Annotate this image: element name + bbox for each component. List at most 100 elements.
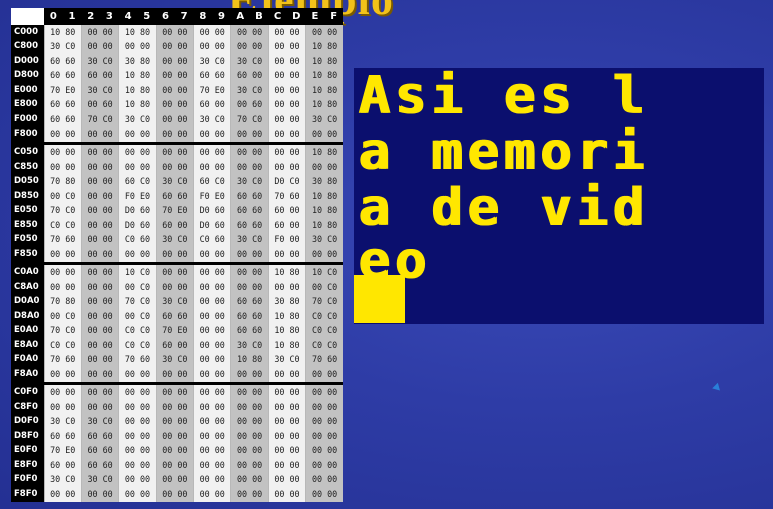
memory-cell: 10 80: [267, 323, 306, 338]
memory-cell: 00 00: [192, 126, 231, 145]
memory-cell: 00 00: [155, 159, 194, 175]
memory-cell: 00 00: [192, 399, 231, 415]
memory-cell: 00 00: [305, 246, 343, 265]
memory-cell: 00 00: [155, 263, 194, 280]
memory-cell: 60 00: [230, 68, 269, 84]
memory-cell: 10 C0: [118, 263, 157, 280]
memory-cell: 00 00: [192, 337, 231, 353]
row-address: E0A0: [11, 323, 44, 338]
memory-cell: 30 C0: [43, 472, 82, 488]
memory-cell: 00 00: [43, 366, 82, 385]
memory-cell: 00 00: [118, 428, 157, 444]
memory-cell: 10 80: [305, 97, 343, 113]
memory-cell: 00 00: [43, 143, 82, 160]
memory-cell: 00 00: [80, 263, 119, 280]
table-row: C800 30 C0 00 00 00 00 00 00 00 00 00 00 00 00 1…: [11, 39, 343, 55]
video-screen: Asi es l a memori a de vid eo: [354, 68, 764, 324]
memory-cell: 00 00: [118, 39, 157, 55]
memory-grid: 0 1 2 3 4 5 6 7 8 9 A B C D E F C000 10 80 00 00 10 80 00 00…: [11, 8, 343, 502]
memory-cell: 00 00: [230, 428, 269, 444]
memory-cell: 00 00: [118, 472, 157, 488]
memory-cell: 00 00: [305, 366, 343, 385]
memory-cell: 00 00: [43, 399, 82, 415]
table-row: E8F0 60 00 60 60 00 00 00 00 00 00 00 00 00 00 0…: [11, 458, 343, 473]
table-row: F050 70 60 00 00 C0 60 30 C0 C0 60 30 C0 F0 00 3…: [11, 232, 343, 247]
memory-cell: 10 80: [305, 217, 343, 233]
memory-cell: 30 C0: [155, 294, 194, 309]
memory-cell: 00 00: [267, 428, 306, 444]
text-cursor-block: [354, 275, 405, 323]
memory-cell: 00 00: [267, 83, 306, 98]
memory-cell: 00 00: [43, 263, 82, 280]
table-row: D850 00 C0 00 00 F0 E0 60 60 F0 E0 60 60 70 60 1…: [11, 188, 343, 204]
memory-cell: 60 60: [230, 203, 269, 218]
memory-cell: C0 C0: [305, 323, 343, 338]
memory-cell: 10 80: [118, 97, 157, 113]
memory-cell: 00 00: [80, 246, 119, 265]
row-address: C0F0: [11, 383, 44, 400]
memory-cell: 00 00: [230, 458, 269, 473]
memory-cell: 30 C0: [155, 232, 194, 247]
memory-cell: 00 00: [192, 279, 231, 295]
memory-cell: 00 00: [305, 383, 343, 400]
memory-cell: 30 C0: [305, 232, 343, 247]
column-header: C: [268, 8, 287, 26]
memory-cell: 00 00: [155, 112, 194, 127]
memory-cell: 00 00: [230, 279, 269, 295]
memory-cell: 10 80: [118, 25, 157, 40]
memory-cell: F0 E0: [192, 188, 231, 204]
memory-cell: 00 00: [155, 143, 194, 160]
table-row: D0A0 70 80 00 00 70 C0 30 C0 00 00 60 60 30 80 7…: [11, 294, 343, 309]
memory-cell: 00 00: [305, 159, 343, 175]
row-address: D850: [11, 188, 44, 204]
memory-cell: 00 00: [43, 383, 82, 400]
memory-cell: 00 00: [267, 143, 306, 160]
row-address: E0F0: [11, 443, 44, 459]
memory-cell: 00 00: [192, 39, 231, 55]
row-address: F050: [11, 232, 44, 247]
memory-cell: 70 E0: [155, 323, 194, 338]
memory-cell: 00 00: [155, 458, 194, 473]
table-row: D0F0 30 C0 30 C0 00 00 00 00 00 00 00 00 00 00 0…: [11, 414, 343, 429]
mouse-pointer-icon: [712, 382, 723, 394]
memory-cell: 00 C0: [118, 279, 157, 295]
memory-cell: 00 00: [155, 246, 194, 265]
memory-cell: 00 00: [305, 487, 343, 502]
row-address: D0F0: [11, 414, 44, 429]
memory-cell: 00 00: [80, 279, 119, 295]
memory-cell: 00 00: [192, 366, 231, 385]
memory-cell: 30 C0: [230, 337, 269, 353]
memory-cell: 60 00: [155, 337, 194, 353]
column-header-row: 0123456789ABCDEF: [11, 8, 343, 26]
memory-cell: 00 00: [192, 352, 231, 367]
column-header: A: [230, 8, 250, 26]
memory-cell: 60 00: [267, 217, 306, 233]
memory-cell: 00 00: [230, 472, 269, 488]
table-row: D800 60 60 60 00 10 80 00 00 60 60 60 00 00 00 1…: [11, 68, 343, 84]
memory-cell: 60 60: [230, 294, 269, 309]
memory-cell: 00 00: [80, 399, 119, 415]
table-row: E0A0 70 C0 00 00 C0 C0 70 E0 00 00 60 60 10 80 C…: [11, 323, 343, 338]
memory-cell: 60 60: [43, 68, 82, 84]
memory-cell: 00 00: [80, 188, 119, 204]
table-row: E850 C0 C0 00 00 D0 60 60 00 D0 60 60 60 60 00 1…: [11, 217, 343, 233]
row-address: D050: [11, 174, 44, 189]
memory-cell: 00 00: [155, 39, 194, 55]
memory-cell: 70 E0: [155, 203, 194, 218]
memory-cell: 00 00: [118, 246, 157, 265]
memory-cell: D0 60: [118, 217, 157, 233]
memory-cell: 10 80: [267, 337, 306, 353]
memory-cell: 00 00: [267, 458, 306, 473]
memory-cell: 00 00: [230, 126, 269, 145]
table-row: C8A0 00 00 00 00 00 C0 00 00 00 00 00 00 00 00 0…: [11, 279, 343, 295]
memory-cell: 00 00: [80, 25, 119, 40]
header-corner: [11, 8, 44, 26]
memory-cell: 00 00: [192, 323, 231, 338]
memory-cell: 00 00: [267, 246, 306, 265]
memory-cell: 00 C0: [305, 279, 343, 295]
memory-cell: 00 00: [267, 54, 306, 69]
memory-cell: 00 00: [305, 126, 343, 145]
memory-cell: 10 80: [305, 54, 343, 69]
memory-cell: 00 00: [230, 143, 269, 160]
memory-cell: 60 60: [230, 188, 269, 204]
